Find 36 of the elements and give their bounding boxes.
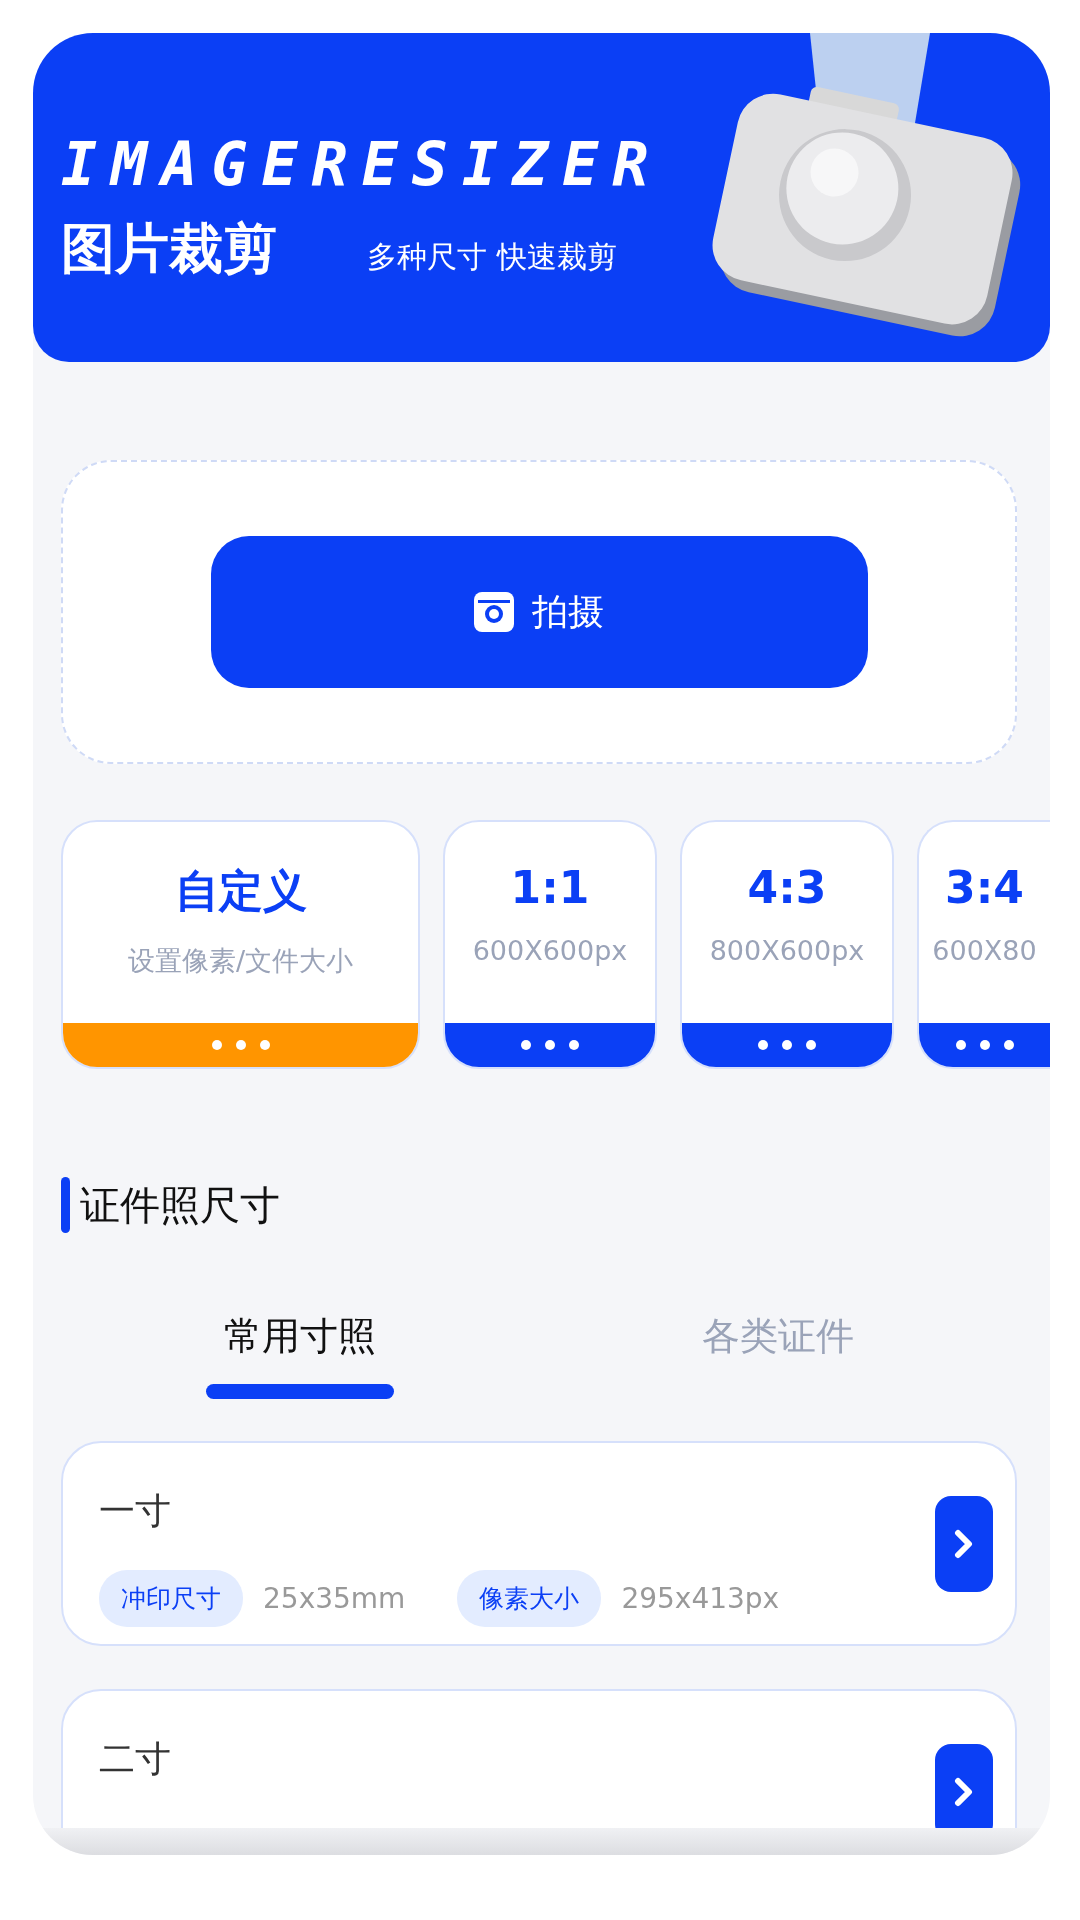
- preset-card[interactable]: 自定义 设置像素/文件大小: [61, 820, 420, 1069]
- preset-card[interactable]: 3:4 600X80: [917, 820, 1050, 1069]
- preset-title: 自定义: [173, 864, 308, 918]
- size-card[interactable]: 一寸 冲印尺寸 25x35mm 像素大小 295x413px: [61, 1441, 1017, 1646]
- section-marker: [61, 1177, 70, 1233]
- size-value: 25x35mm: [263, 1582, 406, 1615]
- next-button[interactable]: [935, 1495, 993, 1592]
- size-name: 一寸: [99, 1489, 172, 1533]
- preset-title: 4:3: [746, 862, 828, 913]
- ellipsis-icon: [521, 1040, 579, 1050]
- capture-button[interactable]: 拍摄: [210, 536, 868, 688]
- section-title: 证件照尺寸: [80, 1180, 280, 1230]
- chevron-right-icon: [953, 1776, 975, 1807]
- ellipsis-icon: [758, 1040, 816, 1050]
- size-card[interactable]: 二寸: [61, 1689, 1017, 1828]
- preset-card[interactable]: 1:1 600X600px: [443, 820, 657, 1069]
- preset-size: 800X600px: [708, 935, 866, 966]
- ellipsis-icon: [211, 1040, 270, 1050]
- tab[interactable]: 常用寸照: [61, 1311, 539, 1409]
- preset-size: 600X80: [931, 935, 1038, 966]
- preset-title: 3:4: [944, 862, 1025, 913]
- preset-size: 设置像素/文件大小: [126, 944, 355, 978]
- size-tag: 冲印尺寸: [99, 1570, 243, 1627]
- preset-size: 600X600px: [471, 935, 629, 966]
- ellipsis-icon: [955, 1040, 1014, 1050]
- chevron-right-icon: [953, 1528, 975, 1559]
- slogan: 多种尺寸 快速裁剪: [367, 238, 617, 276]
- logo-text: IMAGERESIZER: [61, 129, 663, 199]
- next-button[interactable]: [935, 1743, 993, 1828]
- preset-card[interactable]: 4:3 800X600px: [680, 820, 894, 1069]
- size-name: 二寸: [99, 1737, 172, 1781]
- app-title: 图片裁剪: [61, 216, 277, 282]
- preset-title: 1:1: [509, 862, 591, 913]
- size-value: 295x413px: [621, 1582, 780, 1615]
- size-tag: 像素大小: [457, 1570, 602, 1627]
- camera-icon: [474, 592, 514, 632]
